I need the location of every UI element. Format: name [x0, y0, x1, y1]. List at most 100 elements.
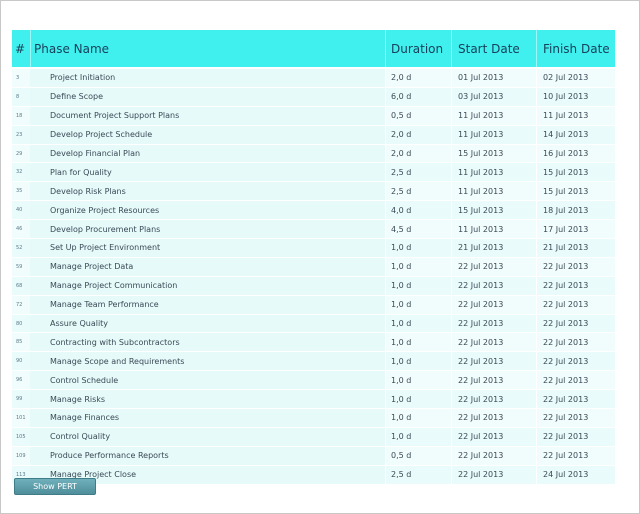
row-finish-date: 18 Jul 2013 — [536, 201, 615, 220]
row-finish-date: 14 Jul 2013 — [536, 125, 615, 144]
row-finish-date: 22 Jul 2013 — [536, 352, 615, 371]
table-body: 3 Project Initiation 2,0 d 01 Jul 2013 02 Ju… — [12, 69, 615, 485]
row-start-date: 11 Jul 2013 — [451, 125, 536, 144]
header-phase-name[interactable]: Phase Name — [30, 30, 385, 67]
row-number: 29 — [16, 150, 23, 157]
table-row[interactable]: 35 Develop Risk Plans 2,5 d 11 Jul 2013 15 J… — [12, 182, 615, 202]
row-start-date: 22 Jul 2013 — [451, 390, 536, 409]
table-row[interactable]: 105 Control Quality 1,0 d 22 Jul 2013 22 Jul… — [12, 427, 615, 447]
row-phase-name: Assure Quality — [30, 314, 385, 333]
row-duration: 1,0 d — [385, 409, 451, 427]
row-finish-date: 22 Jul 2013 — [536, 276, 615, 295]
row-duration: 1,0 d — [385, 295, 451, 314]
row-finish-date: 22 Jul 2013 — [536, 333, 615, 352]
row-number: 72 — [16, 301, 23, 308]
table-row[interactable]: 68 Manage Project Communication 1,0 d 22 Ju… — [12, 276, 615, 296]
row-duration: 2,0 d — [385, 125, 451, 144]
row-duration: 1,0 d — [385, 239, 451, 257]
table-row[interactable]: 3 Project Initiation 2,0 d 01 Jul 2013 02 Ju… — [12, 69, 615, 88]
table-row[interactable]: 18 Document Project Support Plans 0,5 d 11 … — [12, 106, 615, 126]
row-duration: 1,0 d — [385, 390, 451, 409]
row-start-date: 11 Jul 2013 — [451, 163, 536, 182]
table-row[interactable]: 32 Plan for Quality 2,5 d 11 Jul 2013 15 Jul… — [12, 163, 615, 183]
row-start-date: 22 Jul 2013 — [451, 295, 536, 314]
header-start-date[interactable]: Start Date — [451, 30, 536, 67]
row-phase-name: Develop Project Schedule — [30, 125, 385, 144]
row-start-date: 21 Jul 2013 — [451, 239, 536, 257]
row-number: 3 — [16, 74, 20, 81]
row-number: 80 — [16, 320, 23, 327]
row-number: 59 — [16, 263, 23, 270]
row-finish-date: 15 Jul 2013 — [536, 163, 615, 182]
row-phase-name: Document Project Support Plans — [30, 106, 385, 125]
row-start-date: 22 Jul 2013 — [451, 333, 536, 352]
show-pert-button[interactable]: Show PERT — [14, 478, 96, 495]
table-row[interactable]: 101 Manage Finances 1,0 d 22 Jul 2013 22 Jul… — [12, 409, 615, 428]
row-phase-name: Produce Performance Reports — [30, 446, 385, 465]
table-row[interactable]: 99 Manage Risks 1,0 d 22 Jul 2013 22 Jul 201… — [12, 390, 615, 410]
table-row[interactable]: 46 Develop Procurement Plans 4,5 d 11 Jul 2… — [12, 220, 615, 240]
row-number: 18 — [16, 112, 23, 119]
table-row[interactable]: 23 Develop Project Schedule 2,0 d 11 Jul 20… — [12, 125, 615, 145]
row-number: 52 — [16, 244, 23, 251]
row-phase-name: Manage Finances — [30, 409, 385, 427]
row-phase-name: Develop Risk Plans — [30, 182, 385, 201]
row-start-date: 22 Jul 2013 — [451, 409, 536, 427]
table-row[interactable]: 59 Manage Project Data 1,0 d 22 Jul 2013 22 … — [12, 257, 615, 277]
row-start-date: 01 Jul 2013 — [451, 69, 536, 87]
table-row[interactable]: 90 Manage Scope and Requirements 1,0 d 22 J… — [12, 352, 615, 372]
row-number: 46 — [16, 226, 23, 233]
row-phase-name: Develop Financial Plan — [30, 144, 385, 163]
row-duration: 2,5 d — [385, 465, 451, 484]
table-row[interactable]: 29 Develop Financial Plan 2,0 d 15 Jul 2013… — [12, 144, 615, 164]
row-number: 105 — [16, 433, 26, 440]
header-finish-date[interactable]: Finish Date — [536, 30, 615, 67]
row-start-date: 22 Jul 2013 — [451, 314, 536, 333]
row-number: 101 — [16, 414, 26, 421]
table-row[interactable]: 40 Organize Project Resources 4,0 d 15 Jul … — [12, 201, 615, 221]
header-duration[interactable]: Duration — [385, 30, 451, 67]
row-number: 8 — [16, 93, 20, 100]
row-duration: 1,0 d — [385, 276, 451, 295]
header-number[interactable]: # — [12, 30, 30, 67]
row-start-date: 15 Jul 2013 — [451, 144, 536, 163]
table-row[interactable]: 85 Contracting with Subcontractors 1,0 d 22… — [12, 333, 615, 353]
row-phase-name: Develop Procurement Plans — [30, 220, 385, 239]
row-phase-name: Organize Project Resources — [30, 201, 385, 220]
row-start-date: 22 Jul 2013 — [451, 276, 536, 295]
row-duration: 6,0 d — [385, 87, 451, 106]
row-phase-name: Plan for Quality — [30, 163, 385, 182]
row-duration: 1,0 d — [385, 427, 451, 446]
table-row[interactable]: 96 Control Schedule 1,0 d 22 Jul 2013 22 Jul… — [12, 371, 615, 391]
row-finish-date: 22 Jul 2013 — [536, 409, 615, 427]
page-frame: # Phase Name Duration Start Date Finish … — [0, 0, 640, 514]
row-duration: 0,5 d — [385, 446, 451, 465]
row-finish-date: 02 Jul 2013 — [536, 69, 615, 87]
row-duration: 2,0 d — [385, 69, 451, 87]
row-phase-name: Define Scope — [30, 87, 385, 106]
table-row[interactable]: 52 Set Up Project Environment 1,0 d 21 Jul … — [12, 239, 615, 258]
row-finish-date: 22 Jul 2013 — [536, 446, 615, 465]
row-duration: 1,0 d — [385, 257, 451, 276]
row-finish-date: 22 Jul 2013 — [536, 295, 615, 314]
table-row[interactable]: 72 Manage Team Performance 1,0 d 22 Jul 201… — [12, 295, 615, 315]
row-finish-date: 22 Jul 2013 — [536, 257, 615, 276]
row-start-date: 22 Jul 2013 — [451, 257, 536, 276]
row-duration: 1,0 d — [385, 352, 451, 371]
table-row[interactable]: 80 Assure Quality 1,0 d 22 Jul 2013 22 Jul 2… — [12, 314, 615, 334]
row-phase-name: Set Up Project Environment — [30, 239, 385, 257]
row-finish-date: 22 Jul 2013 — [536, 371, 615, 390]
row-finish-date: 24 Jul 2013 — [536, 465, 615, 484]
row-number: 32 — [16, 169, 23, 176]
row-phase-name: Project Initiation — [30, 69, 385, 87]
row-phase-name: Control Schedule — [30, 371, 385, 390]
row-number: 35 — [16, 188, 23, 195]
table-row[interactable]: 113 Manage Project Close 2,5 d 22 Jul 2013 2… — [12, 465, 615, 485]
row-duration: 0,5 d — [385, 106, 451, 125]
row-finish-date: 22 Jul 2013 — [536, 427, 615, 446]
row-number: 109 — [16, 452, 26, 459]
row-start-date: 22 Jul 2013 — [451, 427, 536, 446]
table-row[interactable]: 8 Define Scope 6,0 d 03 Jul 2013 10 Jul 2013 — [12, 87, 615, 107]
table-row[interactable]: 109 Produce Performance Reports 0,5 d 22 Ju… — [12, 446, 615, 466]
row-duration: 2,5 d — [385, 182, 451, 201]
